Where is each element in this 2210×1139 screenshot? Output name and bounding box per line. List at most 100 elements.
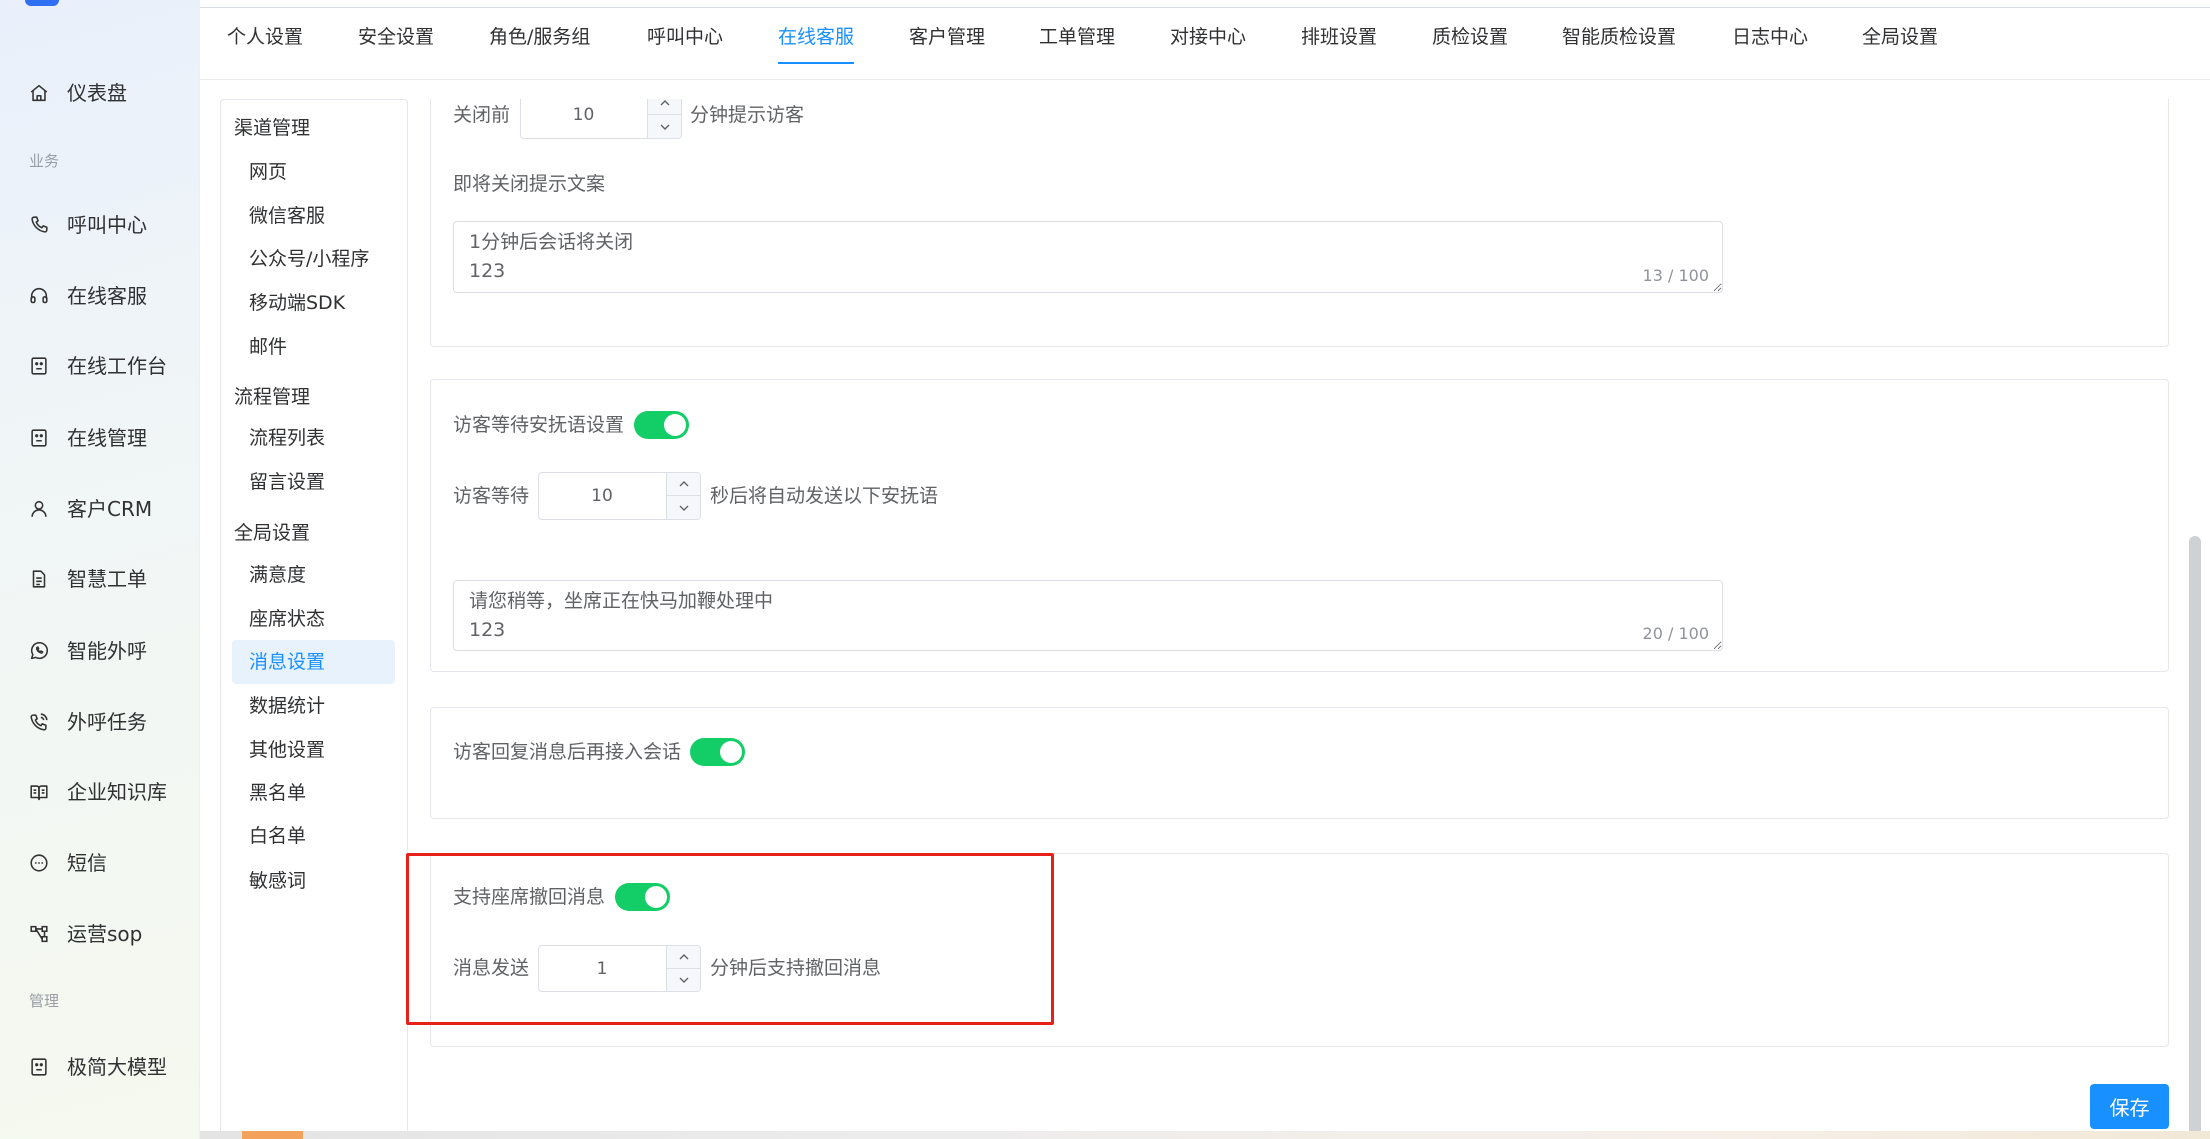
reply-reconnect-card: 访客回复消息后再接入会话 — [430, 707, 2169, 819]
settings-content: 关闭前 分钟提示访客 即将关闭提示文案 1分钟后会话将关闭 123 13 / 1… — [409, 99, 2210, 1139]
wait-seconds-input[interactable] — [539, 473, 665, 519]
sidebar-item-knowledge-base[interactable]: 企业知识库 — [0, 770, 199, 814]
sidebar-section-management: 管理 — [29, 992, 60, 1010]
sidebar-item-label: 极简大模型 — [67, 1055, 167, 1079]
settings-tabs: 个人设置 安全设置 角色/服务组 呼叫中心 在线客服 客户管理 工单管理 对接中… — [200, 8, 2210, 80]
tab-customer-management[interactable]: 客户管理 — [909, 17, 985, 57]
chevron-down-icon — [678, 503, 690, 513]
sub-menu-item-flow-list[interactable]: 流程列表 — [232, 416, 395, 460]
vertical-scrollbar[interactable] — [2189, 536, 2201, 1139]
reply-reconnect-toggle[interactable] — [690, 738, 745, 766]
sub-menu-item-wechat[interactable]: 微信客服 — [232, 194, 395, 238]
tab-quality-inspection[interactable]: 质检设置 — [1432, 17, 1508, 57]
tab-smart-quality-inspection[interactable]: 智能质检设置 — [1562, 17, 1676, 57]
sidebar-item-outbound-task[interactable]: 外呼任务 — [0, 700, 199, 744]
sub-menu-item-sensitive-words[interactable]: 敏感词 — [232, 859, 395, 903]
toggle-knob — [664, 414, 686, 436]
ticket-icon — [28, 568, 50, 590]
sidebar-item-operation-sop[interactable]: 运营sop — [0, 912, 199, 956]
sidebar-item-label: 仪表盘 — [67, 81, 127, 105]
sub-menu-item-statistics[interactable]: 数据统计 — [232, 684, 395, 728]
stepper-increase[interactable] — [667, 473, 700, 496]
sms-icon — [28, 852, 50, 874]
tab-ticket-management[interactable]: 工单管理 — [1039, 17, 1115, 57]
sidebar-item-label: 客户CRM — [67, 497, 153, 521]
sub-menu: 渠道管理 网页 微信客服 公众号/小程序 移动端SDK 邮件 流程管理 流程列表… — [220, 99, 408, 1139]
sidebar-item-customer-crm[interactable]: 客户CRM — [0, 487, 199, 531]
horizontal-scrollbar[interactable] — [200, 1131, 2210, 1139]
sidebar-item-llm[interactable]: 极简大模型 — [0, 1045, 199, 1089]
flow-icon — [28, 923, 50, 945]
sub-menu-item-official-account[interactable]: 公众号/小程序 — [232, 237, 395, 281]
stepper-decrease[interactable] — [667, 496, 700, 519]
sub-menu-item-satisfaction[interactable]: 满意度 — [232, 553, 395, 597]
sidebar-item-call-center[interactable]: 呼叫中心 — [0, 203, 199, 247]
scrollbar-thumb[interactable] — [242, 1131, 303, 1139]
tab-integration-center[interactable]: 对接中心 — [1170, 17, 1246, 57]
book-icon — [28, 781, 50, 803]
sidebar-item-smart-outbound[interactable]: 智能外呼 — [0, 629, 199, 673]
sidebar-item-label: 智慧工单 — [67, 567, 147, 591]
sub-menu-item-mobile-sdk[interactable]: 移动端SDK — [232, 281, 395, 325]
close-prompt-message-field: 1分钟后会话将关闭 123 13 / 100 — [453, 221, 1723, 293]
recall-minutes-stepper[interactable] — [538, 945, 701, 992]
recall-suffix: 分钟后支持撤回消息 — [710, 957, 882, 979]
tab-global-settings[interactable]: 全局设置 — [1862, 17, 1938, 57]
stepper-controls — [647, 99, 681, 138]
chevron-up-icon — [659, 99, 671, 108]
tab-log-center[interactable]: 日志中心 — [1732, 17, 1808, 57]
sub-menu-item-blacklist[interactable]: 黑名单 — [232, 771, 395, 815]
stepper-increase[interactable] — [667, 946, 700, 969]
stepper-decrease[interactable] — [667, 969, 700, 992]
wait-comfort-toggle[interactable] — [634, 411, 689, 439]
sub-menu-item-agent-status[interactable]: 座席状态 — [232, 597, 395, 641]
sub-menu-item-web[interactable]: 网页 — [232, 150, 395, 194]
home-icon — [28, 82, 50, 104]
close-prompt-suffix: 分钟提示访客 — [690, 104, 805, 126]
sub-menu-item-whitelist[interactable]: 白名单 — [232, 814, 395, 858]
sidebar-item-sms[interactable]: 短信 — [0, 841, 199, 885]
sidebar-item-label: 在线工作台 — [67, 354, 167, 378]
model-icon — [28, 1056, 50, 1078]
sidebar-item-smart-ticket[interactable]: 智慧工单 — [0, 557, 199, 601]
sidebar-item-online-workbench[interactable]: 在线工作台 — [0, 344, 199, 388]
wait-comfort-label: 访客等待安抚语设置 — [453, 414, 625, 436]
sub-menu-group-title: 全局设置 — [234, 522, 311, 544]
sidebar-item-label: 企业知识库 — [67, 780, 167, 804]
close-prompt-minutes-input[interactable] — [521, 99, 646, 138]
sidebar-item-online-management[interactable]: 在线管理 — [0, 416, 199, 460]
stepper-controls — [666, 946, 700, 991]
phone-icon — [28, 214, 50, 236]
tab-personal-settings[interactable]: 个人设置 — [227, 17, 303, 57]
tab-call-center[interactable]: 呼叫中心 — [647, 17, 723, 57]
tab-security-settings[interactable]: 安全设置 — [358, 17, 434, 57]
sidebar-item-dashboard[interactable]: 仪表盘 — [0, 71, 199, 115]
close-prompt-message-textarea[interactable]: 1分钟后会话将关闭 123 — [453, 221, 1723, 293]
sidebar-item-label: 外呼任务 — [67, 710, 147, 734]
char-counter: 13 / 100 — [1642, 266, 1709, 286]
sidebar-item-online-service[interactable]: 在线客服 — [0, 274, 199, 318]
wait-comfort-message-textarea[interactable]: 请您稍等，坐席正在快马加鞭处理中 123 — [453, 580, 1723, 651]
stepper-controls — [666, 473, 700, 519]
tab-online-service[interactable]: 在线客服 — [778, 17, 855, 64]
sub-menu-item-message-board[interactable]: 留言设置 — [232, 460, 395, 504]
sub-menu-item-message-settings[interactable]: 消息设置 — [232, 640, 395, 684]
stepper-increase[interactable] — [648, 99, 681, 115]
logo-mark[interactable] — [25, 0, 59, 6]
sub-menu-item-email[interactable]: 邮件 — [232, 325, 395, 369]
sidebar-item-label: 在线管理 — [67, 426, 147, 450]
recall-minutes-input[interactable] — [539, 946, 665, 991]
recall-toggle[interactable] — [615, 883, 670, 911]
save-button[interactable]: 保存 — [2090, 1084, 2169, 1129]
stepper-decrease[interactable] — [648, 115, 681, 138]
chevron-up-icon — [678, 479, 690, 489]
chevron-down-icon — [659, 122, 671, 132]
tab-roles-groups[interactable]: 角色/服务组 — [489, 17, 590, 57]
sub-menu-item-other-settings[interactable]: 其他设置 — [232, 728, 395, 772]
tab-scheduling[interactable]: 排班设置 — [1301, 17, 1377, 57]
wait-seconds-stepper[interactable] — [538, 472, 701, 520]
user-icon — [28, 498, 50, 520]
close-prompt-minutes-stepper[interactable] — [520, 99, 682, 139]
sub-menu-group-title: 流程管理 — [234, 386, 311, 408]
sidebar-section-business: 业务 — [29, 152, 60, 170]
